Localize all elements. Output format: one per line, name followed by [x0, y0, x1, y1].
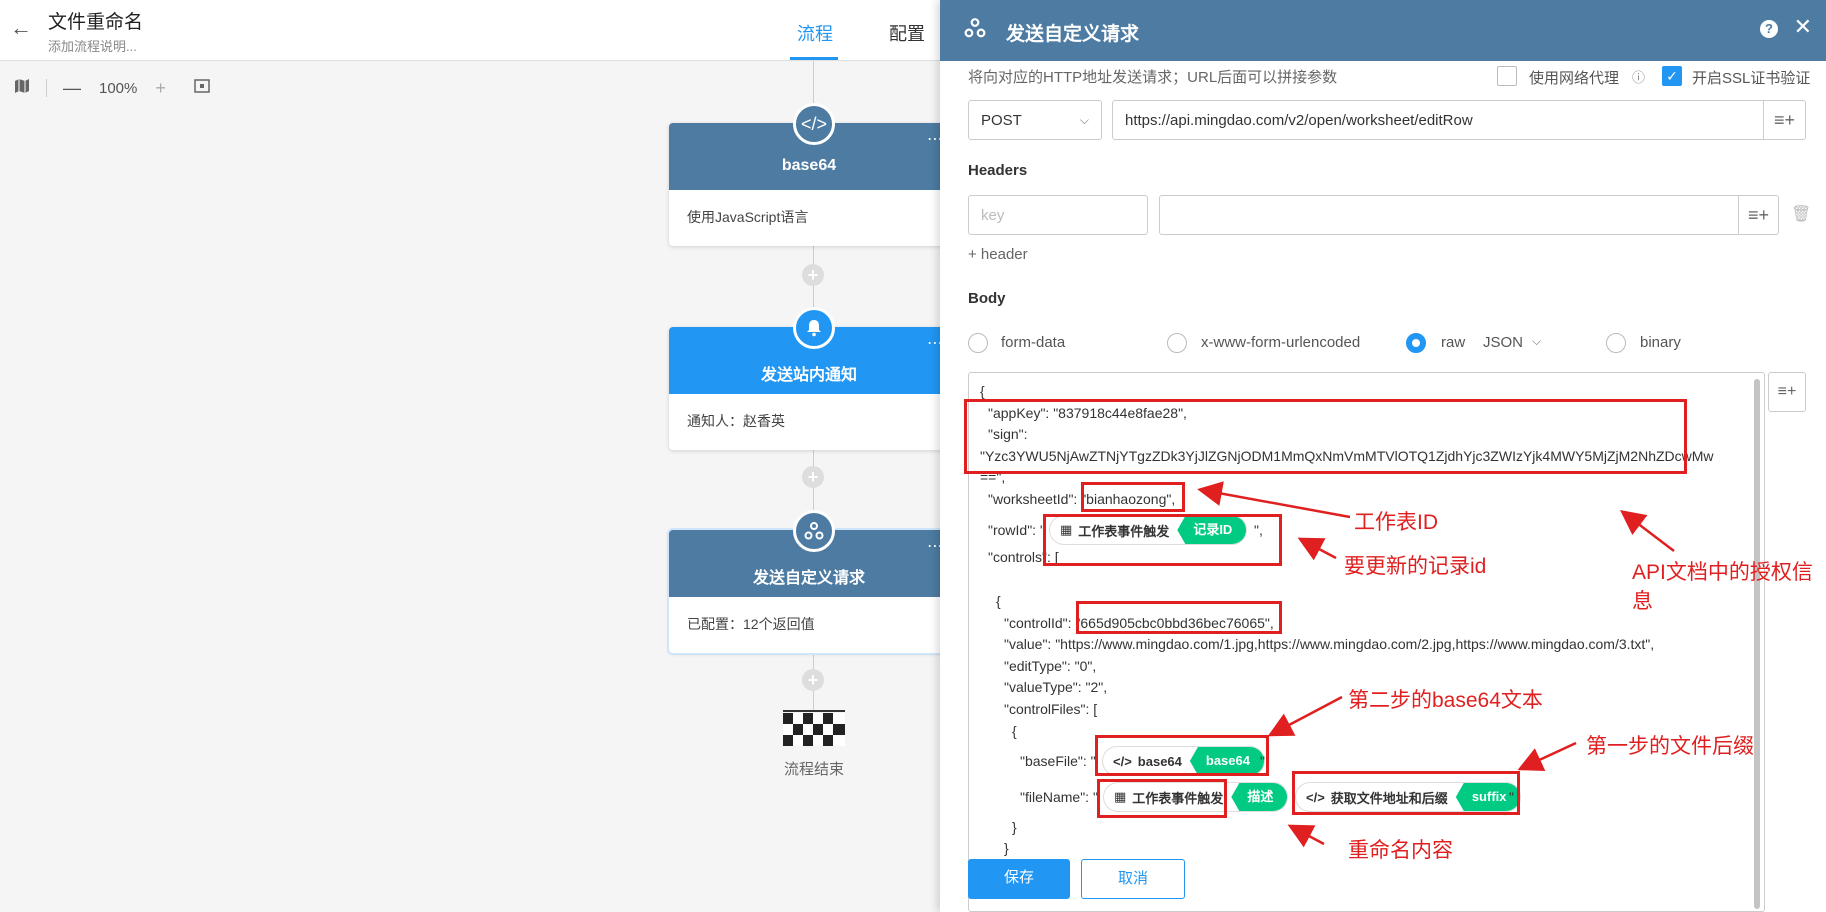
tab-flow[interactable]: 流程	[797, 20, 833, 46]
toolbar-divider	[46, 79, 47, 97]
add-node-button[interactable]: +	[802, 264, 824, 286]
annotation-arrows	[1197, 481, 1675, 848]
add-node-button[interactable]: +	[802, 669, 824, 691]
zoom-out-icon[interactable]: —	[63, 78, 81, 99]
flow-node-custom-request[interactable]: 发送自定义请求 ⋯ 已配置：12个返回值	[669, 510, 949, 653]
checkered-flag-icon	[783, 710, 845, 746]
code-icon: </>	[793, 103, 835, 145]
node-body: 使用JavaScript语言	[687, 209, 809, 225]
flow-node-base64[interactable]: base64 </> ⋯ 使用JavaScript语言	[669, 103, 949, 246]
zoom-in-icon[interactable]: +	[155, 78, 166, 99]
map-icon[interactable]	[14, 78, 30, 98]
app-title: 文件重命名	[48, 12, 144, 33]
end-label: 流程结束	[783, 761, 844, 778]
node-body: 通知人：赵香英	[687, 413, 785, 429]
zoom-level: 100%	[99, 79, 138, 97]
tab-indicator	[790, 57, 838, 60]
canvas-toolbar: — 100% +	[14, 76, 210, 100]
fit-screen-icon[interactable]	[194, 79, 210, 97]
flow-description[interactable]: 添加流程说明...	[48, 36, 137, 55]
flow-node-notify[interactable]: 发送站内通知 ⋯ 通知人：赵香英	[669, 307, 949, 450]
webhook-icon	[793, 510, 835, 552]
tab-config[interactable]: 配置	[889, 20, 925, 46]
add-node-button[interactable]: +	[802, 466, 824, 488]
bell-icon	[793, 307, 835, 349]
config-panel: 发送自定义请求 ? ✕ 将向对应的HTTP地址发送请求；URL后面可以拼接参数 …	[940, 0, 1826, 912]
back-arrow-icon[interactable]: ←	[10, 16, 34, 40]
node-body: 已配置：12个返回值	[687, 616, 815, 632]
